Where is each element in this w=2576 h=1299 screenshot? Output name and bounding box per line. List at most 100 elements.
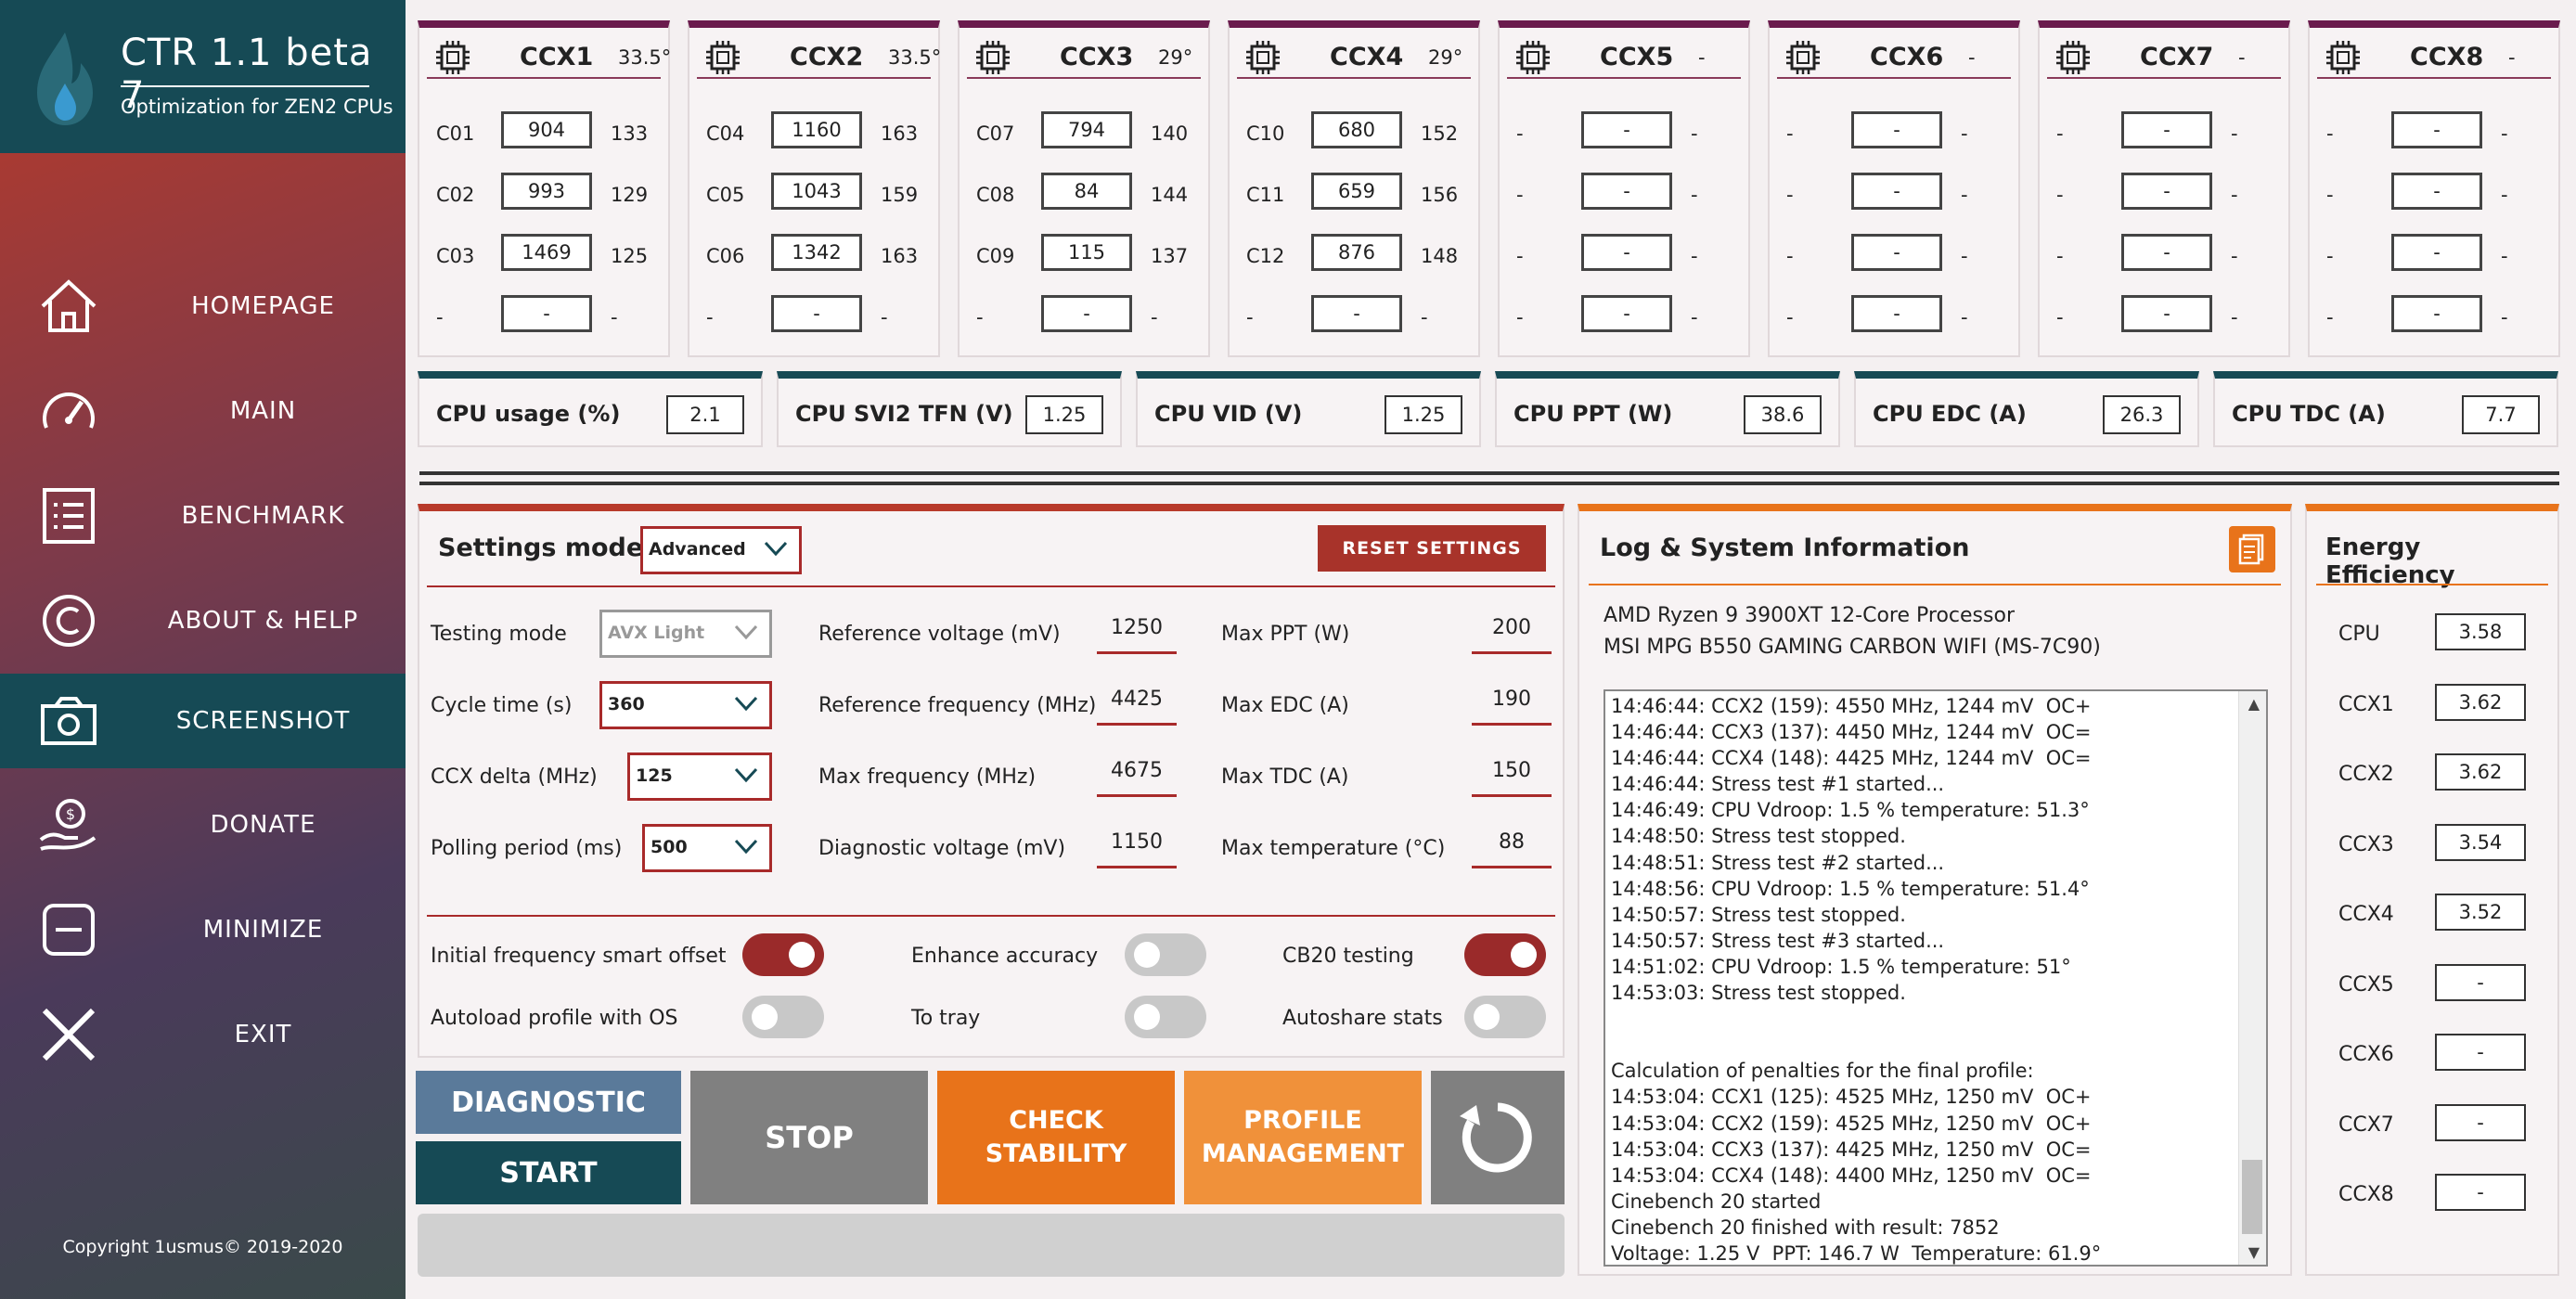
autoshare-stats-toggle[interactable] <box>1464 996 1546 1038</box>
minimize-icon <box>43 904 95 956</box>
core-value: 680 <box>1311 111 1402 148</box>
profile-management-button[interactable]: PROFILE MANAGEMENT <box>1184 1071 1422 1204</box>
cpu-chip-icon <box>1246 41 1280 74</box>
polling-period-value: 500 <box>650 837 688 857</box>
ccx-card-6: CCX6- - - - - - - - - - - - - <box>1768 20 2020 357</box>
settings-mode-dropdown[interactable]: Advanced <box>640 526 802 574</box>
energy-label: CCX8 <box>2338 1183 2394 1206</box>
reference-frequency-input[interactable]: 4425 <box>1097 683 1177 726</box>
ccx-card-7: CCX7- - - - - - - - - - - - - <box>2038 20 2290 357</box>
cpu-model: AMD Ryzen 9 3900XT 12-Core Processor <box>1604 604 2015 627</box>
scroll-up-icon[interactable]: ▲ <box>2248 695 2260 713</box>
core-rank: - <box>2231 122 2238 145</box>
core-id: C06 <box>706 245 745 267</box>
core-id: C03 <box>436 245 475 267</box>
enhance-accuracy-label: Enhance accuracy <box>911 945 1099 968</box>
core-id: - <box>1786 184 1794 206</box>
reference-voltage-input[interactable]: 1250 <box>1097 611 1177 654</box>
energy-value: 3.62 <box>2435 753 2526 791</box>
max-ppt-input[interactable]: 200 <box>1472 611 1552 654</box>
nav-main[interactable]: MAIN <box>0 364 406 458</box>
chevron-down-icon <box>764 541 788 557</box>
nav-homepage[interactable]: HOMEPAGE <box>0 259 406 354</box>
core-rank: - <box>2501 245 2508 267</box>
cb20-testing-toggle[interactable] <box>1464 933 1546 976</box>
ccx-delta-dropdown[interactable]: 125 <box>627 752 772 801</box>
core-rank: - <box>1691 245 1698 267</box>
core-id: - <box>2326 245 2334 267</box>
core-row: C03 1469 125 <box>419 234 668 275</box>
nav-about-help[interactable]: ABOUT & HELP <box>0 573 406 668</box>
energy-label: CCX4 <box>2338 903 2394 926</box>
ccx-temperature: - <box>2508 46 2516 69</box>
energy-value: 3.58 <box>2435 613 2526 650</box>
core-row: --- <box>2310 173 2558 213</box>
nav-minimize[interactable]: MINIMIZE <box>0 882 406 977</box>
core-rank: 129 <box>611 184 649 206</box>
core-value: - <box>501 295 592 332</box>
stat-label: CPU SVI2 TFN (V) <box>795 401 1013 427</box>
nav-exit[interactable]: EXIT <box>0 987 406 1082</box>
nav-label: ABOUT & HELP <box>167 607 359 635</box>
core-id: - <box>436 306 444 328</box>
core-row: --- <box>1500 173 1748 213</box>
max-edc-input[interactable]: 190 <box>1472 683 1552 726</box>
start-button[interactable]: START <box>416 1141 681 1204</box>
log-divider <box>1589 584 2281 585</box>
core-value: - <box>1851 173 1942 210</box>
enhance-accuracy-toggle[interactable] <box>1125 933 1206 976</box>
diagnostic-button[interactable]: DIAGNOSTIC <box>416 1071 681 1134</box>
log-scrollbar[interactable]: ▲ ▼ <box>2238 691 2266 1265</box>
ccx-delta-value: 125 <box>636 765 673 786</box>
stop-button[interactable]: STOP <box>690 1071 928 1204</box>
check-stability-button[interactable]: CHECK STABILITY <box>937 1071 1175 1204</box>
nav-benchmark[interactable]: BENCHMARK <box>0 469 406 563</box>
settings-mode-value: Advanced <box>649 539 746 559</box>
energy-row: CCX6 - <box>2307 1034 2557 1074</box>
stat-label: CPU PPT (W) <box>1513 401 1673 427</box>
nav-label: HOMEPAGE <box>191 292 335 320</box>
max-frequency-input[interactable]: 4675 <box>1097 754 1177 797</box>
log-textarea[interactable]: 14:46:44: CCX2 (159): 4550 MHz, 1244 mV … <box>1604 689 2268 1267</box>
core-rank: - <box>1691 306 1698 328</box>
energy-label: CCX3 <box>2338 832 2394 856</box>
core-value: 904 <box>501 111 592 148</box>
chevron-down-icon <box>734 839 758 855</box>
max-tdc-input[interactable]: 150 <box>1472 754 1552 797</box>
to-tray-toggle[interactable] <box>1125 996 1206 1038</box>
core-value: - <box>1041 295 1132 332</box>
core-rank: - <box>611 306 618 328</box>
settings-title: Settings mode <box>438 534 644 562</box>
cycle-time-dropdown[interactable]: 360 <box>599 681 772 729</box>
core-row: --- <box>2310 234 2558 275</box>
diagnostic-voltage-input[interactable]: 1150 <box>1097 826 1177 868</box>
core-id: C12 <box>1246 245 1285 267</box>
energy-value: 3.52 <box>2435 894 2526 931</box>
core-id: - <box>1786 122 1794 145</box>
nav-screenshot[interactable]: SCREENSHOT <box>0 674 406 768</box>
copy-log-icon[interactable] <box>2229 526 2275 572</box>
core-rank: 156 <box>1421 184 1459 206</box>
smart-offset-toggle[interactable] <box>742 933 824 976</box>
energy-value: - <box>2435 1103 2526 1141</box>
ccx-header: CCX7 - <box>2047 28 2281 79</box>
donate-icon: $ <box>39 799 97 851</box>
scroll-thumb[interactable] <box>2242 1160 2262 1234</box>
reset-settings-button[interactable]: RESET SETTINGS <box>1318 525 1546 572</box>
refresh-button[interactable] <box>1431 1071 1565 1204</box>
nav-donate[interactable]: $ DONATE <box>0 778 406 872</box>
core-row: C08 84 144 <box>960 173 1208 213</box>
polling-period-dropdown[interactable]: 500 <box>642 824 772 872</box>
ccx-header: CCX1 33.5° <box>427 28 671 79</box>
core-id: C07 <box>976 122 1015 145</box>
ccx-name: CCX1 <box>520 43 594 71</box>
max-temperature-input[interactable]: 88 <box>1472 826 1552 868</box>
testing-mode-dropdown[interactable]: AVX Light <box>599 610 772 658</box>
core-row: --- <box>2040 234 2288 275</box>
autoload-profile-toggle[interactable] <box>742 996 824 1038</box>
core-rank: 137 <box>1151 245 1189 267</box>
core-value: - <box>2121 295 2212 332</box>
reference-frequency-label: Reference frequency (MHz) <box>818 694 1097 717</box>
scroll-down-icon[interactable]: ▼ <box>2248 1243 2260 1261</box>
energy-row: CPU 3.58 <box>2307 613 2557 654</box>
